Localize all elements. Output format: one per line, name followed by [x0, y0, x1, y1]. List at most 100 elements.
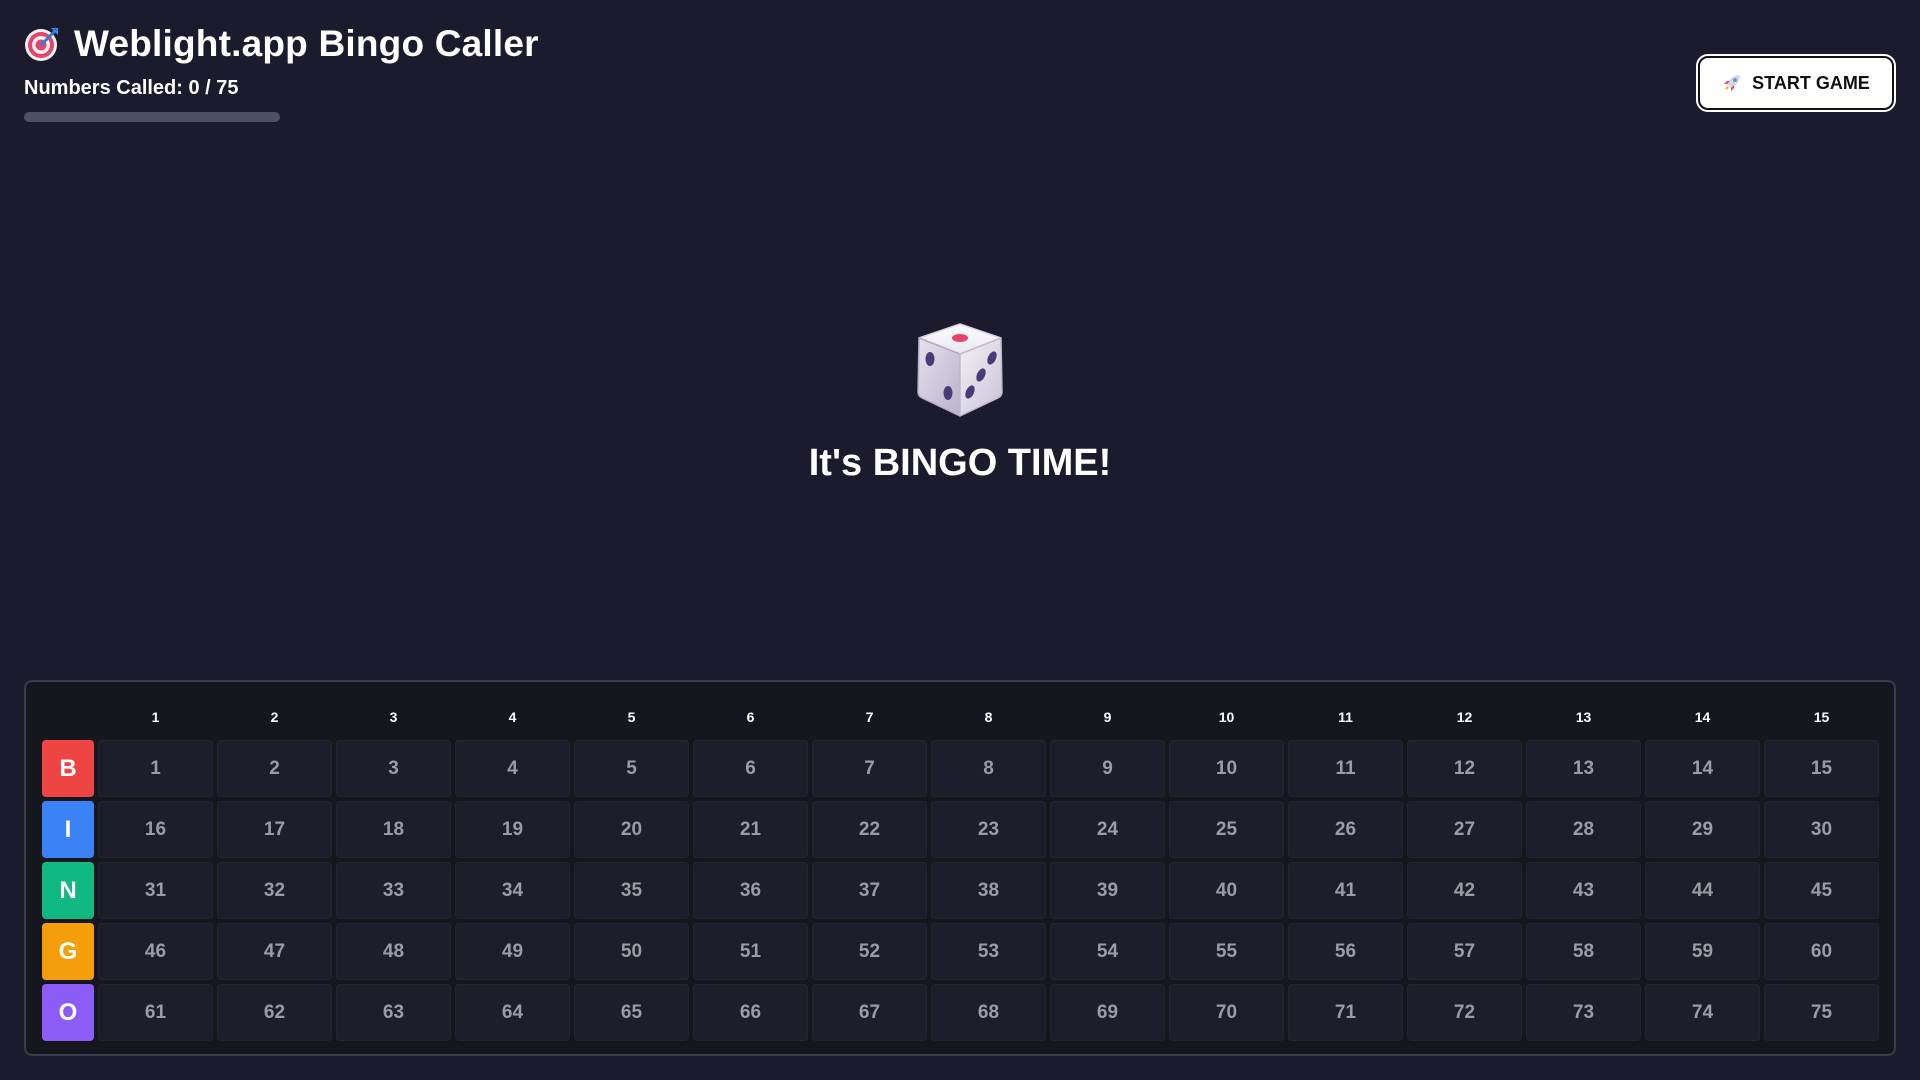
number-cell[interactable]: 61	[98, 984, 213, 1041]
column-header: 3	[389, 709, 398, 725]
number-cell[interactable]: 53	[931, 923, 1046, 980]
number-cell[interactable]: 30	[1764, 801, 1879, 858]
target-icon	[24, 26, 60, 62]
number-cell[interactable]: 12	[1407, 740, 1522, 797]
number-cell[interactable]: 58	[1526, 923, 1641, 980]
number-cell[interactable]: 23	[931, 801, 1046, 858]
number-cell[interactable]: 37	[812, 862, 927, 919]
number-cell[interactable]: 51	[693, 923, 808, 980]
number-cell[interactable]: 19	[455, 801, 570, 858]
number-cell[interactable]: 22	[812, 801, 927, 858]
number-cell[interactable]: 18	[336, 801, 451, 858]
number-cell[interactable]: 24	[1050, 801, 1165, 858]
number-cell[interactable]: 75	[1764, 984, 1879, 1041]
start-game-button[interactable]: START GAME	[1696, 54, 1896, 112]
board-row-g: G 46 47 48 49 50 51 52 53 54 55 56 57 58 59 60	[42, 923, 1879, 980]
number-cell[interactable]: 59	[1645, 923, 1760, 980]
number-cell[interactable]: 34	[455, 862, 570, 919]
number-cell[interactable]: 10	[1169, 740, 1284, 797]
column-header: 11	[1338, 709, 1353, 725]
number-cell[interactable]: 21	[693, 801, 808, 858]
column-header: 10	[1218, 709, 1235, 725]
number-cell[interactable]: 1	[98, 740, 213, 797]
number-cell[interactable]: 50	[574, 923, 689, 980]
number-cell[interactable]: 60	[1764, 923, 1879, 980]
number-cell[interactable]: 7	[812, 740, 927, 797]
number-cell[interactable]: 35	[574, 862, 689, 919]
number-cell[interactable]: 48	[336, 923, 451, 980]
number-cell[interactable]: 71	[1288, 984, 1403, 1041]
header: Weblight.app Bingo Caller Numbers Called…	[24, 20, 584, 122]
number-cell[interactable]: 69	[1050, 984, 1165, 1041]
number-cell[interactable]: 11	[1288, 740, 1403, 797]
title-row: Weblight.app Bingo Caller	[24, 20, 584, 68]
number-cell[interactable]: 65	[574, 984, 689, 1041]
column-header: 7	[865, 709, 874, 725]
number-cell[interactable]: 15	[1764, 740, 1879, 797]
number-cell[interactable]: 63	[336, 984, 451, 1041]
board-row-o: O 61 62 63 64 65 66 67 68 69 70 71 72 73 74 75	[42, 984, 1879, 1041]
number-cell[interactable]: 47	[217, 923, 332, 980]
number-cell[interactable]: 39	[1050, 862, 1165, 919]
number-cell[interactable]: 29	[1645, 801, 1760, 858]
number-cell[interactable]: 33	[336, 862, 451, 919]
center-display: It's BINGO TIME!	[0, 318, 1920, 485]
number-cell[interactable]: 20	[574, 801, 689, 858]
number-cell[interactable]: 36	[693, 862, 808, 919]
number-cell[interactable]: 49	[455, 923, 570, 980]
number-cell[interactable]: 25	[1169, 801, 1284, 858]
column-header: 8	[984, 709, 993, 725]
column-header: 2	[270, 709, 279, 725]
number-cell[interactable]: 3	[336, 740, 451, 797]
number-cell[interactable]: 68	[931, 984, 1046, 1041]
number-cell[interactable]: 26	[1288, 801, 1403, 858]
start-game-label: START GAME	[1752, 72, 1870, 93]
number-cell[interactable]: 67	[812, 984, 927, 1041]
board-row-i: I 16 17 18 19 20 21 22 23 24 25 26 27 28 29 30	[42, 801, 1879, 858]
number-cell[interactable]: 74	[1645, 984, 1760, 1041]
number-cell[interactable]: 41	[1288, 862, 1403, 919]
number-cell[interactable]: 40	[1169, 862, 1284, 919]
number-cell[interactable]: 72	[1407, 984, 1522, 1041]
column-header: 9	[1103, 709, 1112, 725]
number-cell[interactable]: 8	[931, 740, 1046, 797]
number-cell[interactable]: 64	[455, 984, 570, 1041]
number-cell[interactable]: 54	[1050, 923, 1165, 980]
number-cell[interactable]: 13	[1526, 740, 1641, 797]
number-cell[interactable]: 27	[1407, 801, 1522, 858]
bingo-board: 1 2 3 4 5 6 7 8 9 10 11 12 13 14 15 B 1 2 3 4 5 6 7 8 9 10 11 12 13…	[24, 680, 1896, 1056]
number-cell[interactable]: 45	[1764, 862, 1879, 919]
number-cell[interactable]: 66	[693, 984, 808, 1041]
number-cell[interactable]: 56	[1288, 923, 1403, 980]
number-cell[interactable]: 46	[98, 923, 213, 980]
number-cell[interactable]: 9	[1050, 740, 1165, 797]
number-cell[interactable]: 70	[1169, 984, 1284, 1041]
number-cell[interactable]: 4	[455, 740, 570, 797]
number-cell[interactable]: 14	[1645, 740, 1760, 797]
letter-badge-b: B	[42, 740, 94, 797]
number-cell[interactable]: 31	[98, 862, 213, 919]
progress-bar	[24, 112, 280, 122]
number-cell[interactable]: 62	[217, 984, 332, 1041]
number-cell[interactable]: 28	[1526, 801, 1641, 858]
column-header: 4	[508, 709, 517, 725]
number-cell[interactable]: 44	[1645, 862, 1760, 919]
number-cell[interactable]: 73	[1526, 984, 1641, 1041]
number-cell[interactable]: 6	[693, 740, 808, 797]
column-header: 13	[1575, 709, 1592, 725]
number-cell[interactable]: 16	[98, 801, 213, 858]
number-cell[interactable]: 32	[217, 862, 332, 919]
number-cell[interactable]: 38	[931, 862, 1046, 919]
number-cell[interactable]: 57	[1407, 923, 1522, 980]
number-cell[interactable]: 17	[217, 801, 332, 858]
number-cell[interactable]: 52	[812, 923, 927, 980]
letter-badge-o: O	[42, 984, 94, 1041]
app-title: Weblight.app Bingo Caller	[74, 23, 539, 64]
number-cell[interactable]: 43	[1526, 862, 1641, 919]
number-cell[interactable]: 42	[1407, 862, 1522, 919]
number-cell[interactable]: 2	[217, 740, 332, 797]
bingo-message: It's BINGO TIME!	[808, 442, 1112, 484]
number-cell[interactable]: 5	[574, 740, 689, 797]
column-header: 1	[151, 709, 160, 725]
number-cell[interactable]: 55	[1169, 923, 1284, 980]
